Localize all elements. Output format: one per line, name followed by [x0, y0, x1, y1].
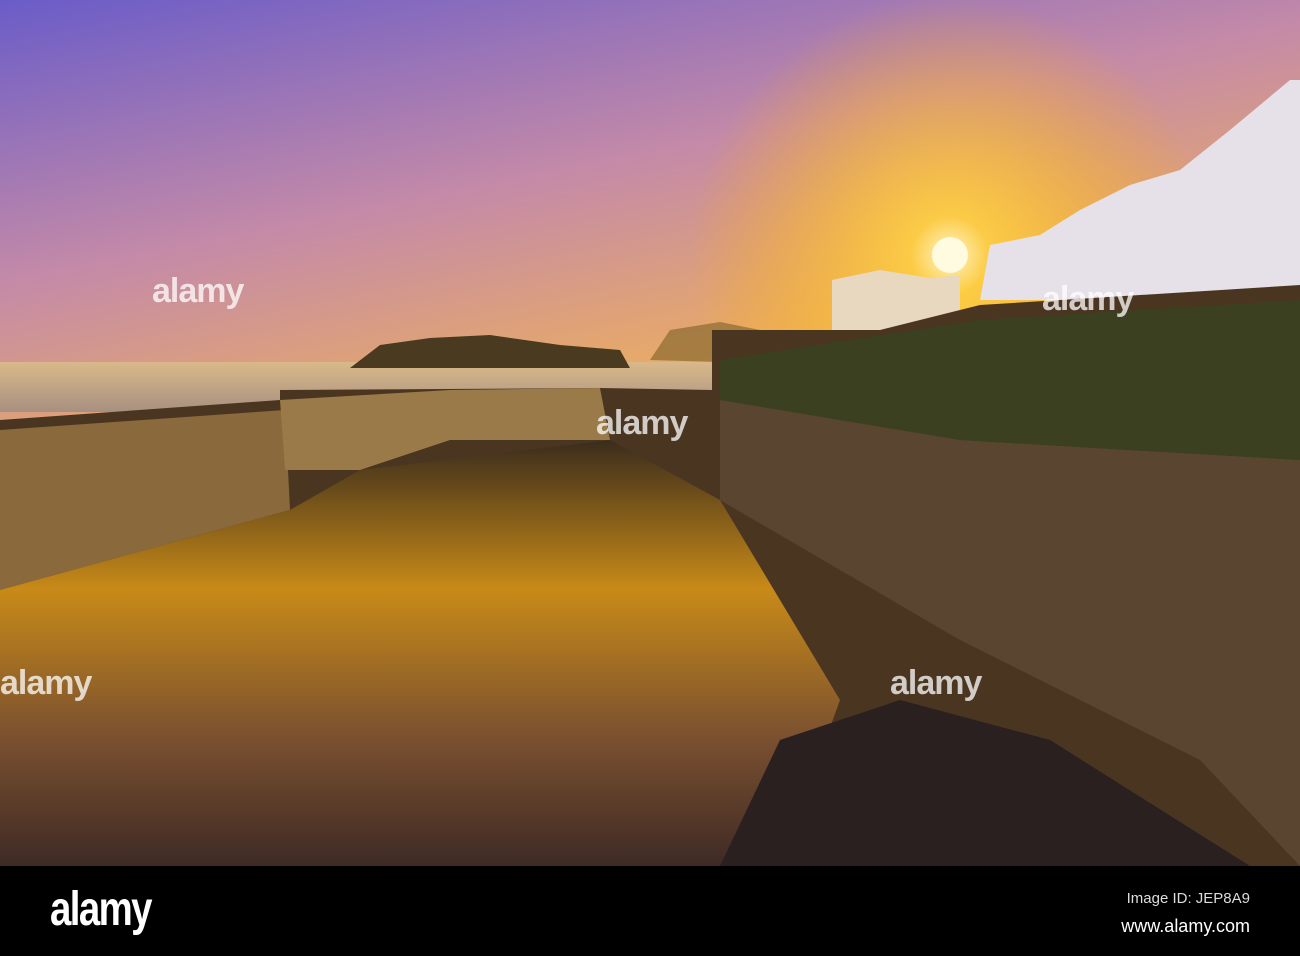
watermark: alamy: [1042, 280, 1134, 318]
stock-photo: alamy alamy alamy alamy alamy alamy Imag…: [0, 0, 1300, 956]
watermark: alamy: [596, 404, 688, 442]
image-id: Image ID: JEP8A9: [1126, 890, 1250, 907]
watermark: alamy: [890, 664, 982, 702]
footer-bar: alamy Image ID: JEP8A9 www.alamy.com: [0, 866, 1300, 956]
alamy-logo: alamy: [50, 883, 152, 936]
watermark: alamy: [0, 664, 92, 702]
site-url: www.alamy.com: [1121, 916, 1250, 936]
watermark: alamy: [152, 272, 244, 310]
sun: [932, 237, 968, 273]
